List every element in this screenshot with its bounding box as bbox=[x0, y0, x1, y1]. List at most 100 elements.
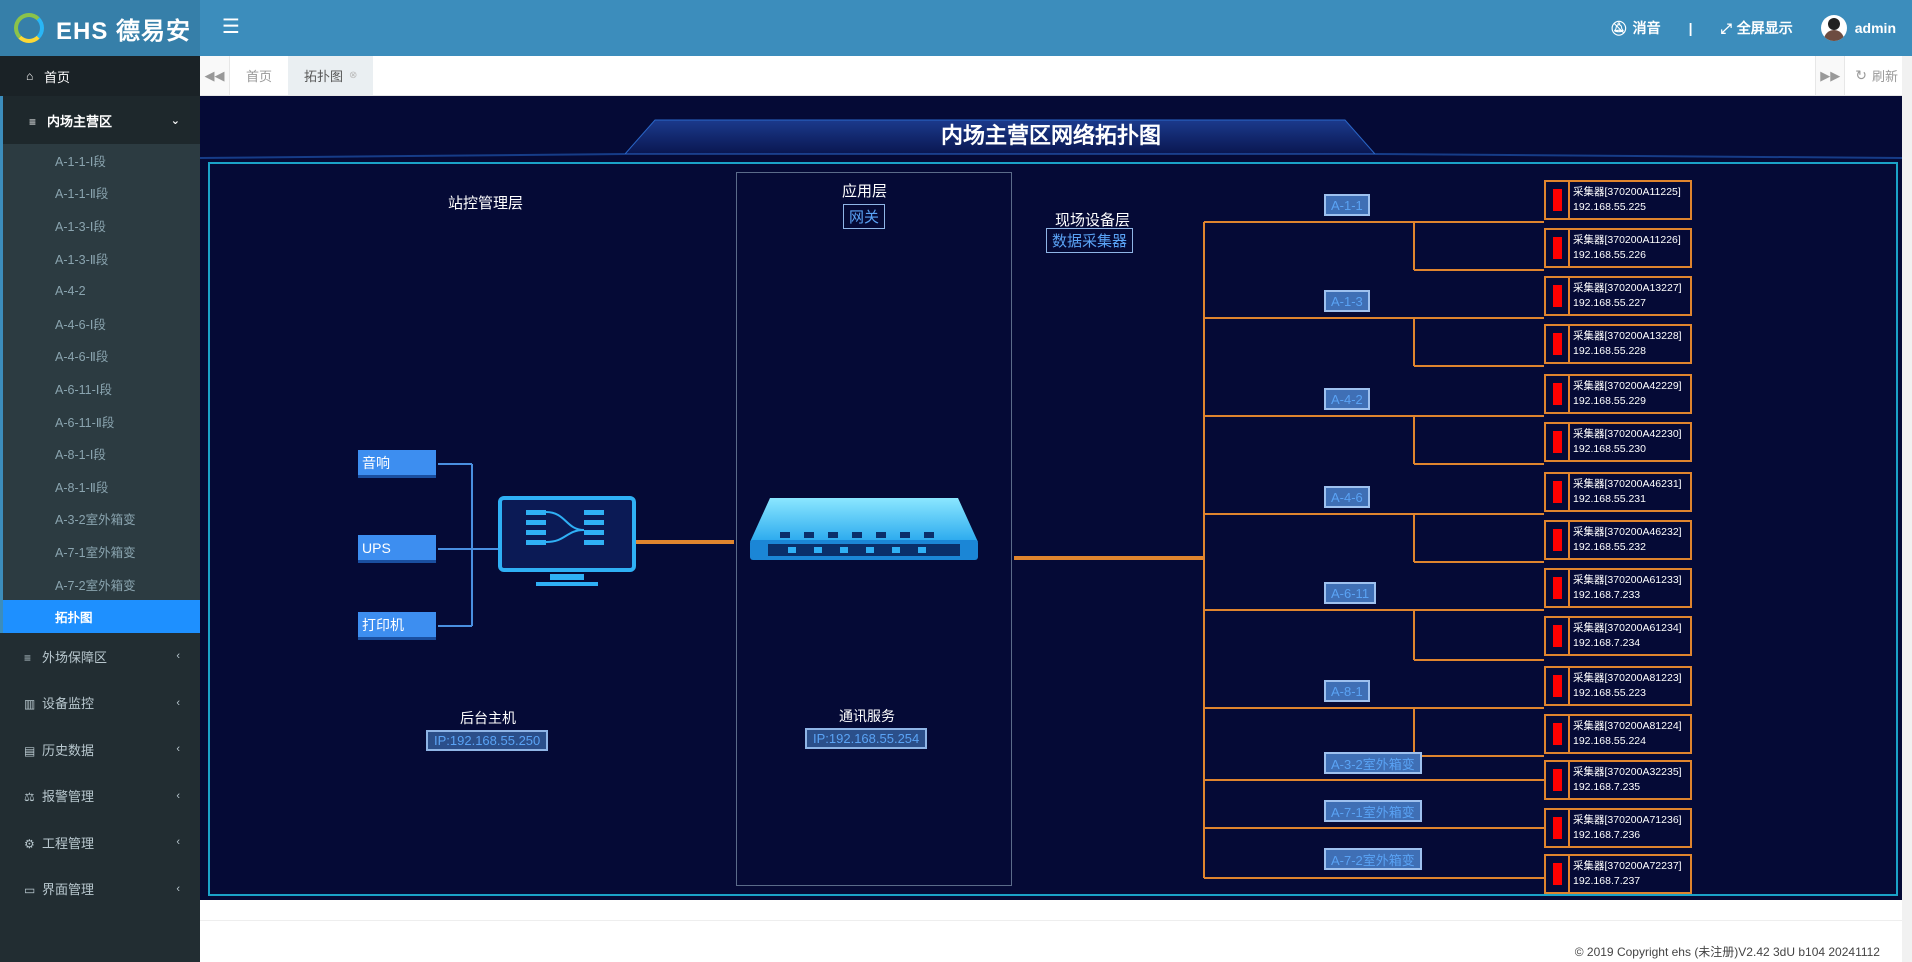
sidebar-subitem[interactable]: A-1-3-Ⅱ段 bbox=[3, 242, 200, 275]
alarm-indicator bbox=[1546, 618, 1570, 654]
sidebar-subitem[interactable]: A-3-2室外箱变 bbox=[3, 503, 200, 536]
sidebar-subitem[interactable]: A-7-2室外箱变 bbox=[3, 568, 200, 601]
sidebar-toggle-button[interactable]: ☰ bbox=[222, 14, 240, 39]
sidebar-subitem[interactable]: A-1-1-Ⅱ段 bbox=[3, 177, 200, 210]
logo[interactable]: EHS 德易安 bbox=[0, 0, 200, 56]
page-scrollbar[interactable] bbox=[1902, 56, 1912, 962]
host-ip: IP:192.168.55.250 bbox=[426, 730, 549, 751]
collector-name: 采集器[370200A42229] bbox=[1573, 380, 1682, 392]
fullscreen-button[interactable]: ⤢ 全屏显示 bbox=[1721, 18, 1793, 38]
list-icon: ≡ bbox=[24, 650, 32, 665]
header-separator: | bbox=[1688, 20, 1693, 36]
topology-canvas: 内场主营区网络拓扑图 站控管理层 应用层 网关 现场设备层 数据采集器 音响 U… bbox=[200, 96, 1902, 900]
sidebar-item-label: 外场保障区 bbox=[42, 649, 108, 665]
sidebar-subitem-topology[interactable]: 拓扑图 bbox=[3, 600, 200, 633]
device-printer[interactable]: 打印机 bbox=[358, 612, 436, 640]
sidebar-group-inner-area[interactable]: ≡ 内场主营区 ⌄ bbox=[0, 96, 200, 144]
tab-topology[interactable]: 拓扑图 ⊗ bbox=[288, 56, 374, 95]
collector-name: 采集器[370200A71236] bbox=[1573, 814, 1682, 826]
collector-name: 采集器[370200A32235] bbox=[1573, 766, 1682, 778]
backward-icon: ◀◀ bbox=[204, 67, 225, 83]
mute-button[interactable]: 🔕︎ 消音 bbox=[1610, 18, 1661, 38]
credit-card-icon: ▭ bbox=[24, 883, 36, 898]
branch-label[interactable]: A-1-1 bbox=[1324, 194, 1370, 216]
sidebar-subitem[interactable]: A-6-11-Ⅱ段 bbox=[3, 405, 200, 438]
collector-node[interactable]: 采集器[370200A42230] 192.168.55.230 bbox=[1544, 422, 1692, 462]
home-icon: ⌂ bbox=[26, 69, 34, 83]
sidebar-item-home[interactable]: ⌂ 首页 bbox=[0, 56, 200, 96]
station-layer-label: 站控管理层 bbox=[448, 195, 524, 212]
collector-node[interactable]: 采集器[370200A11226] 192.168.55.226 bbox=[1544, 228, 1692, 268]
collector-ip: 192.168.7.234 bbox=[1573, 637, 1641, 649]
application-layer-label: 应用层 bbox=[842, 183, 888, 200]
top-header: EHS 德易安 ☰ 🔕︎ 消音 | ⤢ 全屏显示 admin bbox=[0, 0, 1912, 56]
sidebar-item-interface[interactable]: ▭ 界面管理 ‹ bbox=[0, 865, 200, 912]
collector-node[interactable]: 采集器[370200A32235] 192.168.7.235 bbox=[1544, 760, 1692, 800]
footer: © 2019 Copyright ehs (未注册)V2.42 3dU b104… bbox=[200, 920, 1902, 962]
tab-scroll-right-button[interactable]: ▶▶ bbox=[1815, 56, 1846, 95]
tab-scroll-left-button[interactable]: ◀◀ bbox=[200, 56, 230, 95]
chevron-left-icon: ‹ bbox=[176, 650, 180, 663]
collector-name: 采集器[370200A72237] bbox=[1573, 860, 1682, 872]
sidebar-subitem[interactable]: A-1-1-Ⅰ段 bbox=[3, 144, 200, 177]
branch-label[interactable]: A-3-2室外箱变 bbox=[1324, 752, 1422, 774]
collector-ip: 192.168.7.235 bbox=[1573, 781, 1641, 793]
sidebar-item-outer-area[interactable]: ≡ 外场保障区 ‹ bbox=[0, 633, 200, 680]
header-actions: 🔕︎ 消音 | ⤢ 全屏显示 admin bbox=[1582, 0, 1896, 56]
sidebar-item-engineering[interactable]: ⚙ 工程管理 ‹ bbox=[0, 819, 200, 866]
collector-name: 采集器[370200A61233] bbox=[1573, 574, 1682, 586]
gateway-label: 网关 bbox=[843, 204, 886, 229]
collector-node[interactable]: 采集器[370200A81223] 192.168.55.223 bbox=[1544, 666, 1692, 706]
collector-node[interactable]: 采集器[370200A42229] 192.168.55.229 bbox=[1544, 374, 1692, 414]
user-menu[interactable]: admin bbox=[1820, 15, 1896, 41]
collector-type-label: 数据采集器 bbox=[1046, 228, 1134, 253]
collector-ip: 192.168.55.225 bbox=[1573, 201, 1646, 213]
application-layer-panel bbox=[736, 172, 1012, 886]
sidebar-subitem[interactable]: A-8-1-Ⅰ段 bbox=[3, 437, 200, 470]
collector-node[interactable]: 采集器[370200A71236] 192.168.7.236 bbox=[1544, 808, 1692, 848]
alarm-indicator bbox=[1546, 376, 1570, 412]
sidebar-subitem[interactable]: A-4-6-Ⅰ段 bbox=[3, 307, 200, 340]
branch-label[interactable]: A-4-6 bbox=[1324, 486, 1370, 508]
tab-home[interactable]: 首页 bbox=[230, 56, 288, 95]
sidebar-subitem[interactable]: A-6-11-Ⅰ段 bbox=[3, 372, 200, 405]
collector-node[interactable]: 采集器[370200A46232] 192.168.55.232 bbox=[1544, 520, 1692, 560]
field-layer-label: 现场设备层 bbox=[1055, 212, 1131, 229]
sidebar-subitem[interactable]: A-1-3-Ⅰ段 bbox=[3, 209, 200, 242]
branch-label[interactable]: A-7-2室外箱变 bbox=[1324, 848, 1422, 870]
collector-ip: 192.168.55.228 bbox=[1573, 345, 1646, 357]
sidebar-submenu: A-1-1-Ⅰ段 A-1-1-Ⅱ段 A-1-3-Ⅰ段 A-1-3-Ⅱ段 A-4-… bbox=[0, 144, 200, 633]
collector-node[interactable]: 采集器[370200A61233] 192.168.7.233 bbox=[1544, 568, 1692, 608]
collector-node[interactable]: 采集器[370200A13228] 192.168.55.228 bbox=[1544, 324, 1692, 364]
sidebar-item-label: 工程管理 bbox=[42, 835, 95, 851]
collector-node[interactable]: 采集器[370200A46231] 192.168.55.231 bbox=[1544, 472, 1692, 512]
branch-label[interactable]: A-1-3 bbox=[1324, 290, 1370, 312]
chevron-left-icon: ‹ bbox=[176, 882, 180, 895]
close-icon[interactable]: ⊗ bbox=[349, 70, 357, 81]
sidebar-subitem[interactable]: A-7-1室外箱变 bbox=[3, 535, 200, 568]
collector-node[interactable]: 采集器[370200A72237] 192.168.7.237 bbox=[1544, 854, 1692, 894]
alarm-indicator bbox=[1546, 810, 1570, 846]
collector-node[interactable]: 采集器[370200A61234] 192.168.7.234 bbox=[1544, 616, 1692, 656]
branch-label[interactable]: A-4-2 bbox=[1324, 388, 1370, 410]
branch-label[interactable]: A-7-1室外箱变 bbox=[1324, 800, 1422, 822]
collector-node[interactable]: 采集器[370200A13227] 192.168.55.227 bbox=[1544, 276, 1692, 316]
device-ups[interactable]: UPS bbox=[358, 535, 436, 563]
sidebar-subitem[interactable]: A-8-1-Ⅱ段 bbox=[3, 470, 200, 503]
tab-bar-right: ▶▶ ↻ 刷新 bbox=[1815, 56, 1912, 95]
sidebar-item-alarm[interactable]: ⚖ 报警管理 ‹ bbox=[0, 772, 200, 819]
collector-node[interactable]: 采集器[370200A11225] 192.168.55.225 bbox=[1544, 180, 1692, 220]
sidebar-subitem[interactable]: A-4-6-Ⅱ段 bbox=[3, 340, 200, 373]
device-speaker[interactable]: 音响 bbox=[358, 450, 436, 478]
collector-ip: 192.168.7.233 bbox=[1573, 589, 1641, 601]
sidebar-subitem[interactable]: A-4-2 bbox=[3, 274, 200, 307]
sidebar-item-device-monitor[interactable]: ▥ 设备监控 ‹ bbox=[0, 679, 200, 726]
logo-icon bbox=[14, 13, 44, 43]
branch-label[interactable]: A-8-1 bbox=[1324, 680, 1370, 702]
branch-label[interactable]: A-6-11 bbox=[1324, 582, 1377, 604]
bank-icon: ▥ bbox=[24, 697, 36, 712]
tab-bar: ◀◀ 首页 拓扑图 ⊗ ▶▶ ↻ 刷新 bbox=[200, 56, 1912, 96]
sidebar-item-history[interactable]: ▤ 历史数据 ‹ bbox=[0, 726, 200, 773]
expand-icon: ⤢ bbox=[1720, 19, 1732, 36]
collector-node[interactable]: 采集器[370200A81224] 192.168.55.224 bbox=[1544, 714, 1692, 754]
